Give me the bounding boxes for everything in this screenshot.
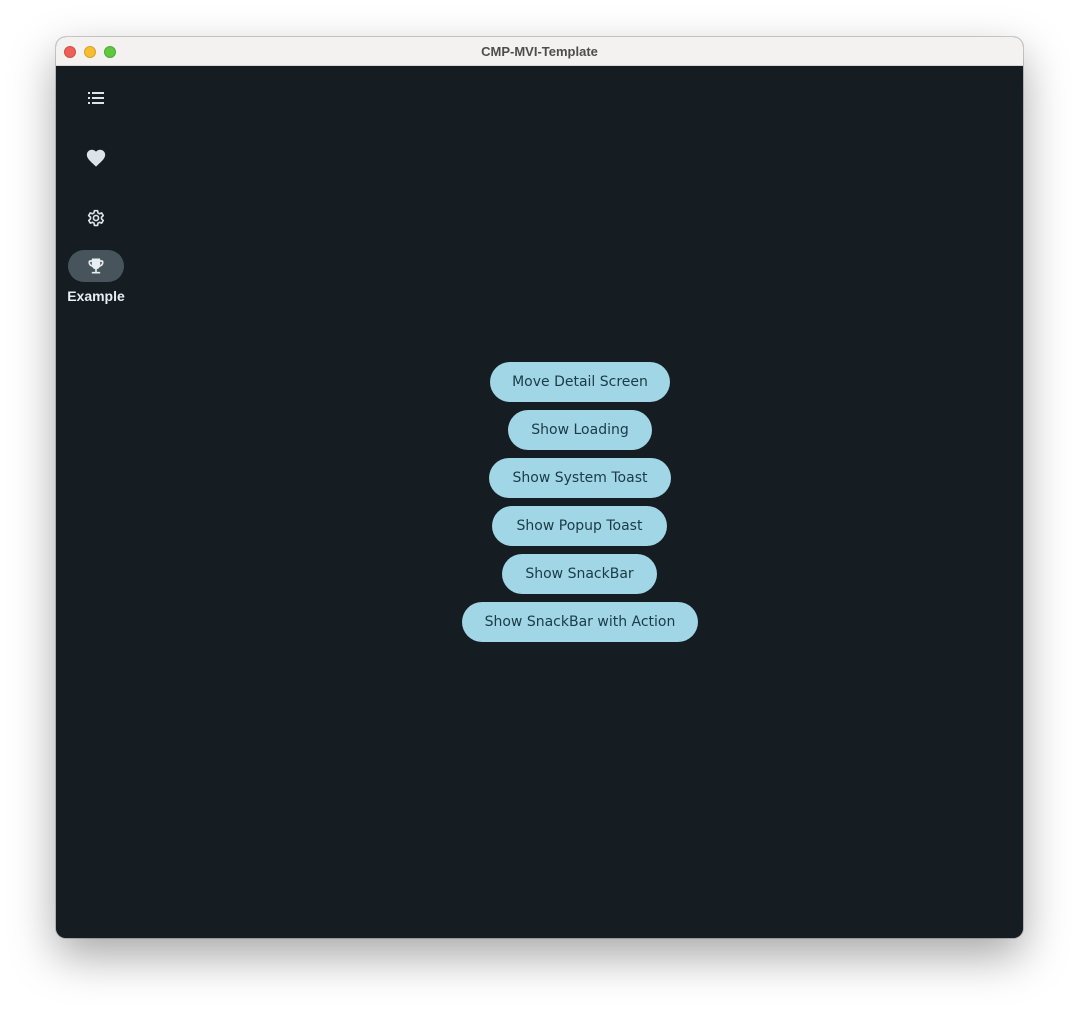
window-title: CMP-MVI-Template	[481, 44, 598, 59]
show-popup-toast-button[interactable]: Show Popup Toast	[492, 506, 667, 546]
heart-icon	[86, 149, 106, 167]
nav-item-example-label: Example	[67, 288, 125, 304]
title-bar[interactable]: CMP-MVI-Template	[56, 37, 1023, 66]
show-snackbar-with-action-button[interactable]: Show SnackBar with Action	[462, 602, 698, 642]
show-snackbar-button[interactable]: Show SnackBar	[502, 554, 657, 594]
app-window: CMP-MVI-Template Example Move Detail Scr…	[56, 37, 1023, 938]
nav-item-example[interactable]	[68, 250, 124, 282]
show-system-toast-button[interactable]: Show System Toast	[489, 458, 671, 498]
app-content: Example Move Detail Screen Show Loading …	[56, 66, 1023, 938]
nav-item-favorites[interactable]	[68, 142, 124, 174]
trophy-icon	[88, 258, 104, 274]
gear-icon	[87, 209, 105, 227]
move-detail-screen-button[interactable]: Move Detail Screen	[490, 362, 670, 402]
list-icon	[88, 92, 104, 104]
show-loading-button[interactable]: Show Loading	[508, 410, 652, 450]
nav-item-settings[interactable]	[68, 202, 124, 234]
nav-item-list[interactable]	[68, 82, 124, 114]
